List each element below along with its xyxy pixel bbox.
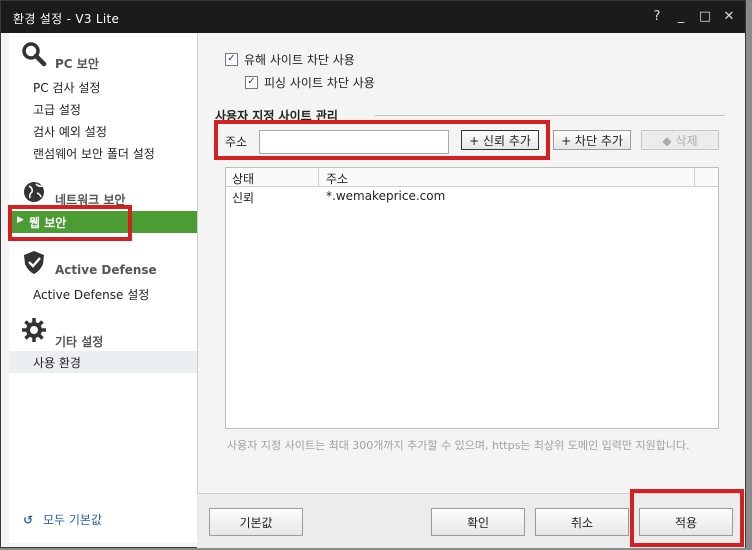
- check-icon: ✓: [225, 53, 238, 66]
- help-icon[interactable]: ?: [647, 7, 667, 27]
- cancel-button[interactable]: 취소: [535, 508, 629, 536]
- sidebar-item-label: 웹 보안: [29, 216, 67, 230]
- minimize-icon[interactable]: _: [671, 7, 691, 27]
- address-label: 주소: [225, 135, 248, 149]
- row-address: *.wemakeprice.com: [326, 189, 446, 203]
- sidebar-item-advanced[interactable]: 고급 설정: [33, 101, 81, 118]
- sidebar-item-label: 사용 환경: [33, 356, 81, 370]
- window-title: 환경 설정 - V3 Lite: [13, 12, 120, 26]
- maximize-icon[interactable]: □: [695, 7, 715, 27]
- default-button[interactable]: 기본값: [209, 508, 303, 536]
- close-icon[interactable]: ✕: [719, 7, 739, 27]
- add-block-button[interactable]: + 차단 추가: [553, 130, 631, 150]
- section-divider: [375, 115, 725, 116]
- sidebar-item-active-defense-settings[interactable]: Active Defense 설정: [33, 286, 149, 303]
- reset-all-link[interactable]: ↺ 모두 기본값: [23, 511, 102, 528]
- check-icon: ✓: [245, 76, 258, 89]
- eraser-icon: ◆: [662, 134, 676, 148]
- column-divider: [318, 168, 319, 186]
- delete-button[interactable]: ◆ 삭제: [641, 130, 719, 150]
- gear-icon: [22, 318, 46, 342]
- category-network-security: 네트워크 보안: [9, 179, 197, 207]
- sidebar-item-pc-scan[interactable]: PC 검사 설정: [33, 79, 100, 96]
- table-row[interactable]: 신뢰 *.wemakeprice.com: [226, 188, 718, 206]
- add-trust-button[interactable]: + 신뢰 추가: [461, 130, 539, 150]
- category-label: 기타 설정: [55, 335, 104, 349]
- column-address[interactable]: 주소: [326, 170, 348, 187]
- category-pc-security: PC 보안: [9, 41, 197, 71]
- sidebar-item-ransomware-folder[interactable]: 랜섬웨어 보안 폴더 설정: [33, 145, 155, 162]
- category-active-defense: Active Defense: [9, 249, 197, 277]
- site-list[interactable]: 상태 주소 신뢰 *.wemakeprice.com: [225, 167, 719, 429]
- block-harmful-checkbox[interactable]: ✓ 유해 사이트 차단 사용: [225, 51, 355, 68]
- category-label: Active Defense: [55, 263, 157, 277]
- sidebar: PC 보안 PC 검사 설정 고급 설정 검사 예외 설정 랜섬웨어 보안 폴더…: [9, 33, 198, 543]
- row-status: 신뢰: [232, 191, 255, 205]
- sidebar-item-environment[interactable]: 사용 환경: [9, 351, 197, 373]
- shield-icon: [24, 251, 44, 274]
- column-divider: [694, 168, 695, 186]
- category-other-settings: 기타 설정: [9, 317, 197, 349]
- main-panel: ✓ 유해 사이트 차단 사용 ✓ 피싱 사이트 차단 사용 사용자 지정 사이트…: [197, 33, 745, 493]
- ok-button[interactable]: 확인: [431, 508, 525, 536]
- section-title: 사용자 지정 사이트 관리: [215, 109, 338, 123]
- list-header: 상태 주소: [226, 168, 718, 187]
- category-label: 네트워크 보안: [55, 193, 126, 207]
- globe-icon: [24, 182, 44, 202]
- search-icon: [22, 42, 47, 67]
- settings-window: 환경 설정 - V3 Lite ? _ □ ✕ PC 보안 PC 검사 설정 고…: [0, 0, 746, 548]
- category-label: PC 보안: [55, 57, 99, 71]
- block-phishing-checkbox[interactable]: ✓ 피싱 사이트 차단 사용: [245, 74, 375, 91]
- column-status[interactable]: 상태: [232, 170, 254, 187]
- footer-bar: 기본값 확인 취소 적용: [197, 493, 745, 548]
- title-bar[interactable]: 환경 설정 - V3 Lite ? _ □ ✕: [1, 1, 745, 33]
- help-note: 사용자 지정 사이트는 최대 300개까지 추가할 수 있으며, https는 …: [227, 439, 690, 452]
- address-input[interactable]: [259, 130, 449, 154]
- undo-icon: ↺: [23, 513, 34, 527]
- sidebar-item-web-security[interactable]: ▶ 웹 보안: [9, 211, 197, 233]
- chevron-right-icon: ▶: [17, 215, 24, 225]
- apply-button[interactable]: 적용: [639, 508, 733, 536]
- sidebar-item-scan-exclusion[interactable]: 검사 예외 설정: [33, 123, 107, 140]
